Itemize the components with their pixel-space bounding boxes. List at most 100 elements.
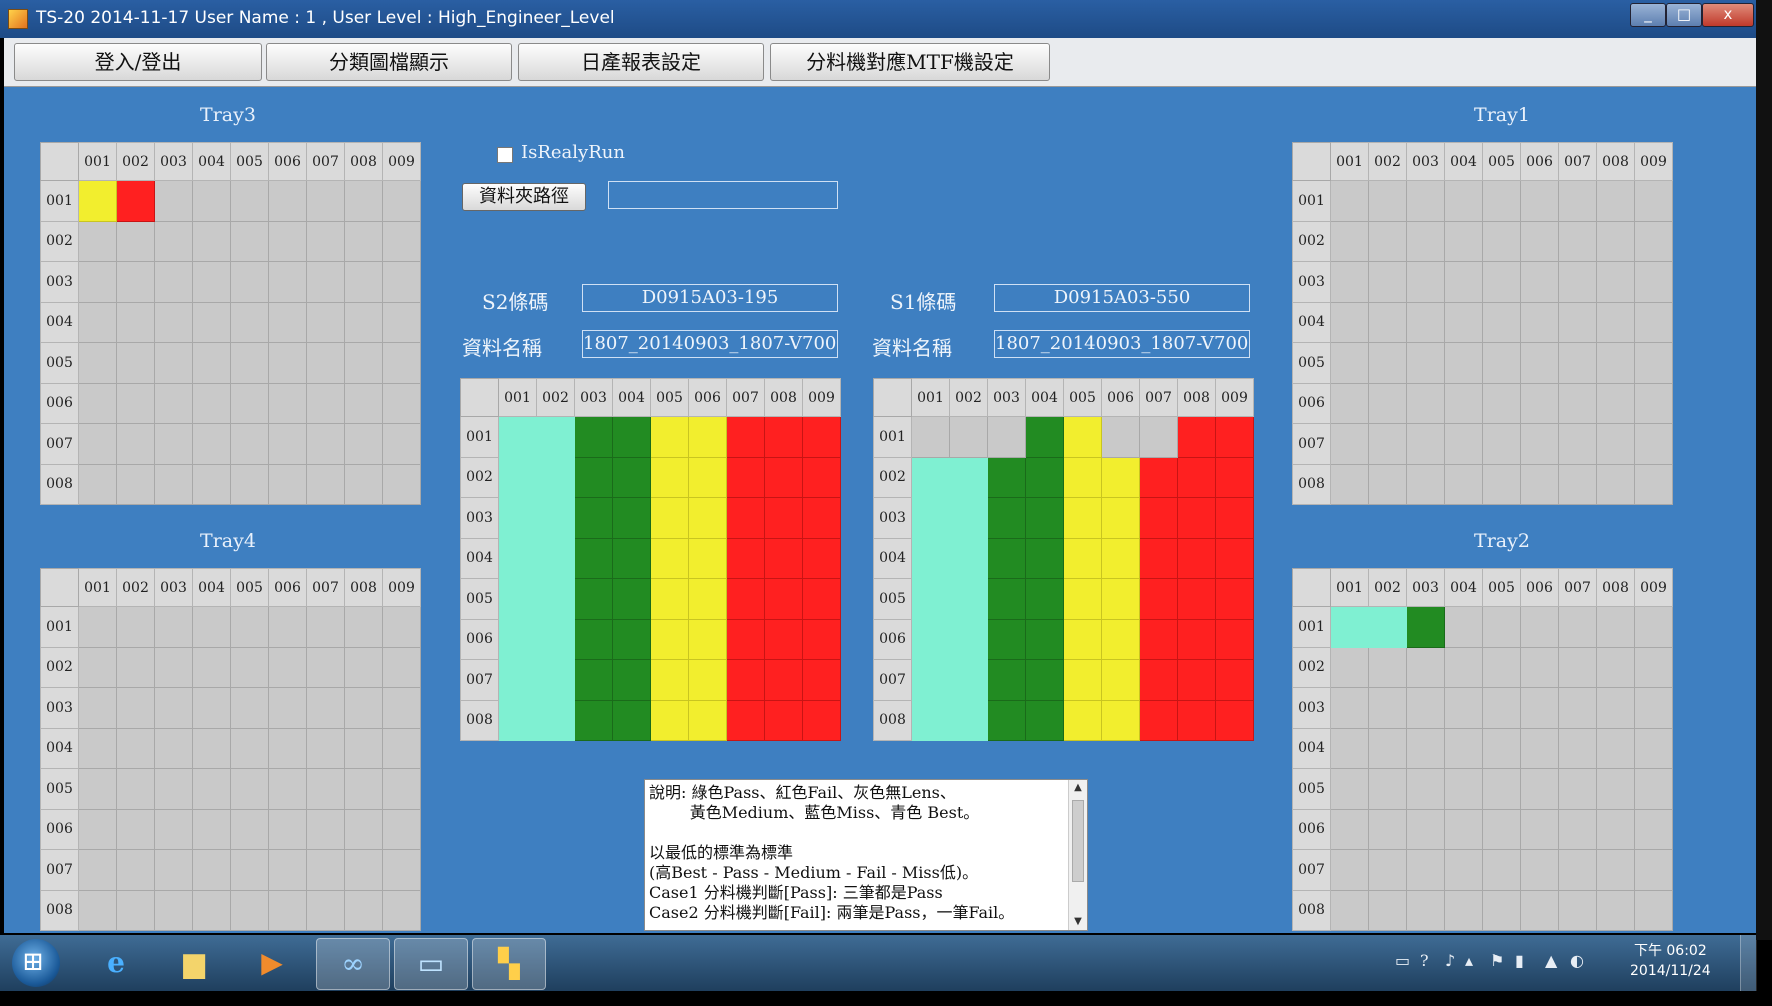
tray-cell[interactable]: [1177, 618, 1216, 660]
tray-cell[interactable]: [1558, 889, 1597, 931]
tray-cell[interactable]: [1634, 220, 1673, 262]
tray-cell[interactable]: [1368, 849, 1407, 891]
tray-cell[interactable]: [116, 342, 155, 384]
tray-cell[interactable]: [1101, 578, 1140, 620]
tray-cell[interactable]: [1596, 382, 1635, 424]
tray-cell[interactable]: [1215, 497, 1254, 539]
tray-cell[interactable]: [1215, 416, 1254, 458]
tray-cell[interactable]: [612, 578, 651, 620]
tray-cell[interactable]: [1330, 180, 1369, 222]
tray-cell[interactable]: [911, 416, 950, 458]
tray-cell[interactable]: [268, 808, 307, 850]
tray-cell[interactable]: [230, 768, 269, 810]
tray-cell[interactable]: [1215, 578, 1254, 620]
tray-cell[interactable]: [1101, 618, 1140, 660]
tray-cell[interactable]: [1444, 606, 1483, 648]
tray-cell[interactable]: [1406, 889, 1445, 931]
tray-cell[interactable]: [192, 687, 231, 729]
tray-cell[interactable]: [802, 537, 841, 579]
tray-cell[interactable]: [1177, 578, 1216, 620]
tray-cell[interactable]: [306, 646, 345, 688]
tray-cell[interactable]: [987, 497, 1026, 539]
taskbar-clock[interactable]: 下午 06:02 2014/11/24: [1630, 941, 1711, 981]
tray-cell[interactable]: [650, 618, 689, 660]
tray-cell[interactable]: [726, 497, 765, 539]
tray-cell[interactable]: [1368, 687, 1407, 729]
tray-cell[interactable]: [78, 261, 117, 303]
tray-cell[interactable]: [382, 342, 421, 384]
tray-cell[interactable]: [688, 456, 727, 498]
tray-cell[interactable]: [306, 606, 345, 648]
tray-cell[interactable]: [1406, 646, 1445, 688]
tray-cell[interactable]: [382, 687, 421, 729]
tray-cell[interactable]: [1406, 808, 1445, 850]
tray-cell[interactable]: [1444, 808, 1483, 850]
tray-cell[interactable]: [1482, 463, 1521, 505]
tray-cell[interactable]: [230, 646, 269, 688]
tray-cell[interactable]: [344, 646, 383, 688]
tray-cell[interactable]: [1330, 220, 1369, 262]
tray-cell[interactable]: [1520, 301, 1559, 343]
tray-cell[interactable]: [612, 497, 651, 539]
tray-cell[interactable]: [987, 416, 1026, 458]
tray-cell[interactable]: [154, 382, 193, 424]
tray-cell[interactable]: [116, 606, 155, 648]
maximize-button[interactable]: □: [1666, 3, 1702, 27]
tray-cell[interactable]: [268, 423, 307, 465]
tray-cell[interactable]: [1406, 180, 1445, 222]
tray-cell[interactable]: [1406, 727, 1445, 769]
tray-cell[interactable]: [1596, 687, 1635, 729]
s2-code-field[interactable]: D0915A03-195: [582, 284, 838, 312]
tray-cell[interactable]: [1330, 808, 1369, 850]
tray-cell[interactable]: [1520, 768, 1559, 810]
legend-textbox[interactable]: 說明: 綠色Pass、紅色Fail、灰色無Lens、 黃色Medium、藍色Mi…: [644, 779, 1088, 931]
tray-cell[interactable]: [192, 180, 231, 222]
tray-cell[interactable]: [382, 301, 421, 343]
tray-cell[interactable]: [1482, 849, 1521, 891]
tray-cell[interactable]: [1406, 768, 1445, 810]
tray-cell[interactable]: [192, 768, 231, 810]
tray-cell[interactable]: [1558, 301, 1597, 343]
tray-cell[interactable]: [1634, 646, 1673, 688]
tray-cell[interactable]: [911, 618, 950, 660]
tray-cell[interactable]: [268, 220, 307, 262]
tray-cell[interactable]: [78, 808, 117, 850]
tray-cell[interactable]: [1520, 727, 1559, 769]
tray-cell[interactable]: [344, 768, 383, 810]
tray-cell[interactable]: [268, 849, 307, 891]
tray-cell[interactable]: [1482, 180, 1521, 222]
tray-cell[interactable]: [1558, 423, 1597, 465]
tray-cell[interactable]: [268, 301, 307, 343]
tray-cell[interactable]: [1025, 699, 1064, 741]
tray-cell[interactable]: [382, 849, 421, 891]
tray-cell[interactable]: [230, 463, 269, 505]
tray-cell[interactable]: [498, 618, 537, 660]
tray-cell[interactable]: [1596, 889, 1635, 931]
tray-cell[interactable]: [344, 423, 383, 465]
tray-cell[interactable]: [1520, 606, 1559, 648]
tray-cell[interactable]: [268, 606, 307, 648]
tray-cell[interactable]: [1368, 220, 1407, 262]
tray-cell[interactable]: [1596, 301, 1635, 343]
battery-icon[interactable]: ▮: [1515, 951, 1524, 970]
window-titlebar[interactable]: TS-20 2014-11-17 User Name : 1 , User Le…: [0, 0, 1756, 38]
tray-cell[interactable]: [1330, 261, 1369, 303]
tray-cell[interactable]: [192, 606, 231, 648]
tray-cell[interactable]: [268, 180, 307, 222]
tray-cell[interactable]: [1520, 261, 1559, 303]
tray-cell[interactable]: [1444, 220, 1483, 262]
tray-cell[interactable]: [1634, 261, 1673, 303]
tray-cell[interactable]: [498, 456, 537, 498]
tray-cell[interactable]: [1406, 220, 1445, 262]
tray-cell[interactable]: [650, 456, 689, 498]
tray-cell[interactable]: [1139, 497, 1178, 539]
tray-cell[interactable]: [1406, 382, 1445, 424]
tray-cell[interactable]: [1330, 382, 1369, 424]
tray-cell[interactable]: [1177, 497, 1216, 539]
tray-cell[interactable]: [382, 606, 421, 648]
tray-cell[interactable]: [230, 687, 269, 729]
tray-cell[interactable]: [911, 699, 950, 741]
tray-cell[interactable]: [1330, 606, 1369, 648]
data-folder-path-button[interactable]: 資料夾路徑: [462, 183, 586, 211]
tray-cell[interactable]: [1520, 342, 1559, 384]
